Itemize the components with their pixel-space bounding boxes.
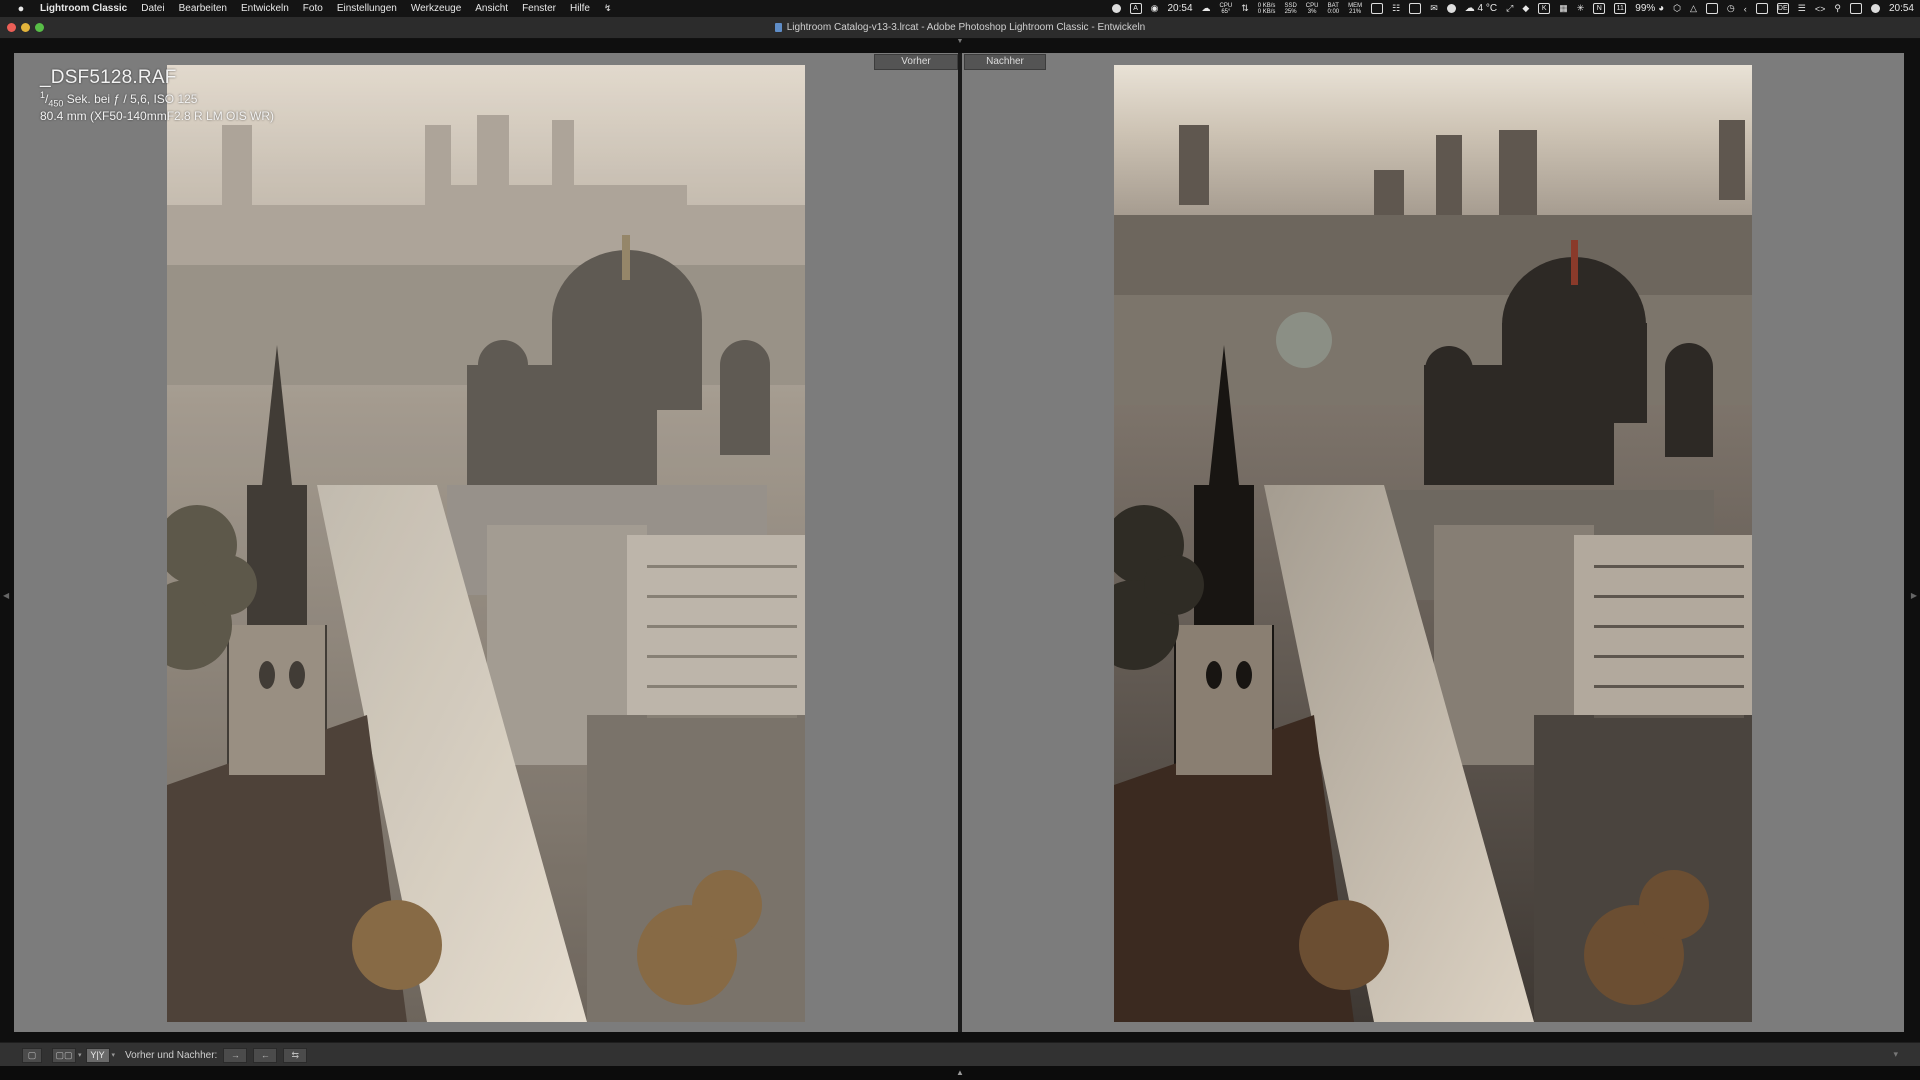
- chart-icon[interactable]: ☷: [1392, 3, 1400, 14]
- status-area: A ◉ 20:54 ☁ CPU 65° ⇅ 0 KB/s 0 KB/s SSD …: [1111, 0, 1914, 17]
- cloud-icon[interactable]: ☁: [1202, 3, 1211, 14]
- before-after-label: Vorher und Nachher:: [125, 1049, 218, 1061]
- control-center-icon[interactable]: [1849, 3, 1862, 14]
- battery-icon[interactable]: [1755, 3, 1768, 14]
- clipboard-icon[interactable]: [1371, 3, 1384, 14]
- eye-icon[interactable]: ◉: [1151, 3, 1159, 14]
- cpu-usage-value: 3%: [1307, 8, 1317, 15]
- photo-info-overlay: _DSF5128.RAF 1/450 Sek. bei ƒ / 5,6, ISO…: [40, 67, 274, 123]
- left-panel-toggle-icon[interactable]: ◀: [3, 591, 9, 600]
- after-photo[interactable]: [1114, 65, 1752, 1022]
- app-a-icon[interactable]: A: [1129, 3, 1142, 14]
- before-label: Vorher: [874, 54, 958, 70]
- bottom-panel-toggle-icon[interactable]: ▲: [954, 1068, 966, 1077]
- menubar-clock-right[interactable]: 20:54: [1889, 3, 1914, 14]
- wifi-icon[interactable]: ☰: [1798, 3, 1806, 14]
- copy-after-to-before-button[interactable]: ←: [253, 1047, 278, 1063]
- after-label: Nachher: [964, 54, 1046, 70]
- before-photo[interactable]: [167, 65, 805, 1022]
- bolt-icon[interactable]: ✳: [1577, 3, 1585, 14]
- hexagon-icon[interactable]: ⬡: [1673, 3, 1681, 14]
- apple-logo-icon[interactable]: ●: [14, 3, 28, 15]
- photo-filename: _DSF5128.RAF: [40, 67, 177, 88]
- menu-app-name[interactable]: Lightroom Classic: [40, 3, 127, 14]
- battery-time-value: 0:00: [1327, 8, 1340, 15]
- display-icon[interactable]: [1705, 3, 1718, 14]
- siri-icon[interactable]: [1870, 4, 1880, 13]
- script-menu-icon[interactable]: ↯: [604, 3, 612, 14]
- loupe-view-button[interactable]: ▢: [22, 1047, 42, 1063]
- shutter-numerator: 1: [40, 90, 46, 100]
- menubar-clock-left[interactable]: 20:54: [1168, 3, 1193, 14]
- before-photo-image: [167, 65, 805, 1022]
- menu-datei[interactable]: Datei: [141, 3, 164, 14]
- menu-hilfe[interactable]: Hilfe: [570, 3, 590, 14]
- shutter-denominator: 450: [48, 98, 64, 109]
- cpu-temp-widget[interactable]: CPU 65°: [1220, 3, 1233, 15]
- refresh-icon[interactable]: [1446, 4, 1456, 13]
- net-down-value: 0 KB/s: [1257, 8, 1276, 15]
- memory-widget[interactable]: MEM 21%: [1348, 3, 1362, 15]
- battery-percent: 99%: [1635, 3, 1656, 14]
- network-arrows-icon: ⇅: [1241, 3, 1249, 13]
- before-after-caret-icon[interactable]: ▾: [112, 1051, 116, 1059]
- code-icon[interactable]: <>: [1815, 4, 1826, 14]
- k-icon[interactable]: K: [1538, 3, 1551, 14]
- battery-percent-widget[interactable]: 99% ◕: [1635, 3, 1664, 14]
- notification-icon[interactable]: △: [1690, 3, 1697, 14]
- cpu-usage-widget[interactable]: CPU 3%: [1306, 3, 1319, 15]
- weather-widget[interactable]: ☁ 4 °C: [1465, 3, 1497, 14]
- photo-lens: 80.4 mm (XF50-140mmF2.8 R LM OIS WR): [40, 109, 275, 124]
- network-speed-widget[interactable]: 0 KB/s 0 KB/s: [1258, 3, 1276, 15]
- window-icon[interactable]: [1409, 3, 1422, 14]
- grid-icon[interactable]: ▦: [1559, 3, 1568, 14]
- input-source-label: DE: [1777, 5, 1788, 12]
- input-source-icon[interactable]: DE: [1776, 3, 1789, 14]
- swap-before-after-button[interactable]: ⇆: [283, 1047, 308, 1063]
- menu-bearbeiten[interactable]: Bearbeiten: [179, 3, 227, 14]
- reference-view-button[interactable]: ▢▢: [52, 1047, 76, 1063]
- search-icon[interactable]: ⚲: [1834, 3, 1841, 14]
- ssd-value: 25%: [1284, 8, 1297, 15]
- develop-toolbar: ▢ ▢▢ ▾ Y|Y ▾ Vorher und Nachher: → ← ⇆ ▾: [0, 1042, 1920, 1067]
- before-after-view-button[interactable]: Y|Y: [85, 1047, 110, 1063]
- menu-entwickeln[interactable]: Entwickeln: [241, 3, 289, 14]
- menu-bar: ● Lightroom Classic Datei Bearbeiten Ent…: [0, 0, 1920, 17]
- toolbar-content-caret-icon[interactable]: ▾: [1893, 1049, 1898, 1060]
- menu-fenster[interactable]: Fenster: [522, 3, 556, 14]
- weather-temp: 4 °C: [1477, 3, 1498, 14]
- cpu-temp-value: 65°: [1221, 8, 1231, 15]
- memory-value: 21%: [1349, 8, 1362, 15]
- menu-ansicht[interactable]: Ansicht: [475, 3, 508, 14]
- window-title: Lightroom Catalog-v13-3.lrcat - Adobe Ph…: [786, 22, 1146, 33]
- calendar-day: 11: [1616, 5, 1624, 12]
- exposure-details: Sek. bei ƒ / 5,6, ISO 125: [66, 92, 198, 106]
- calendar-icon[interactable]: 11: [1614, 3, 1627, 14]
- focus-icon[interactable]: [1111, 4, 1121, 13]
- menu-werkzeuge[interactable]: Werkzeuge: [411, 3, 461, 14]
- battery-time-widget[interactable]: BAT 0:00: [1327, 3, 1339, 15]
- chat-icon[interactable]: ✉: [1430, 3, 1438, 14]
- n-icon[interactable]: N: [1593, 3, 1606, 14]
- top-panel-toggle-icon[interactable]: ▼: [954, 38, 966, 45]
- reference-view-caret-icon[interactable]: ▾: [78, 1051, 82, 1059]
- after-photo-image: [1114, 65, 1752, 1022]
- dropbox-icon[interactable]: ◆: [1522, 3, 1529, 14]
- bluetooth-icon[interactable]: ‹: [1744, 4, 1747, 14]
- copy-before-to-after-button[interactable]: →: [223, 1047, 248, 1063]
- window-title-wrap: Lightroom Catalog-v13-3.lrcat - Adobe Ph…: [0, 17, 1920, 38]
- ssd-widget[interactable]: SSD 25%: [1284, 3, 1296, 15]
- window-titlebar: Lightroom Catalog-v13-3.lrcat - Adobe Ph…: [0, 17, 1920, 39]
- history-icon[interactable]: ◷: [1727, 3, 1735, 14]
- photo-exposure: 1/450 Sek. bei ƒ / 5,6, ISO 125: [40, 90, 198, 109]
- catalog-file-icon: [774, 23, 782, 32]
- menu-einstellungen[interactable]: Einstellungen: [337, 3, 397, 14]
- menu-foto[interactable]: Foto: [303, 3, 323, 14]
- right-panel-toggle-icon[interactable]: ▶: [1911, 591, 1917, 600]
- expand-icon[interactable]: ⤢: [1506, 3, 1513, 14]
